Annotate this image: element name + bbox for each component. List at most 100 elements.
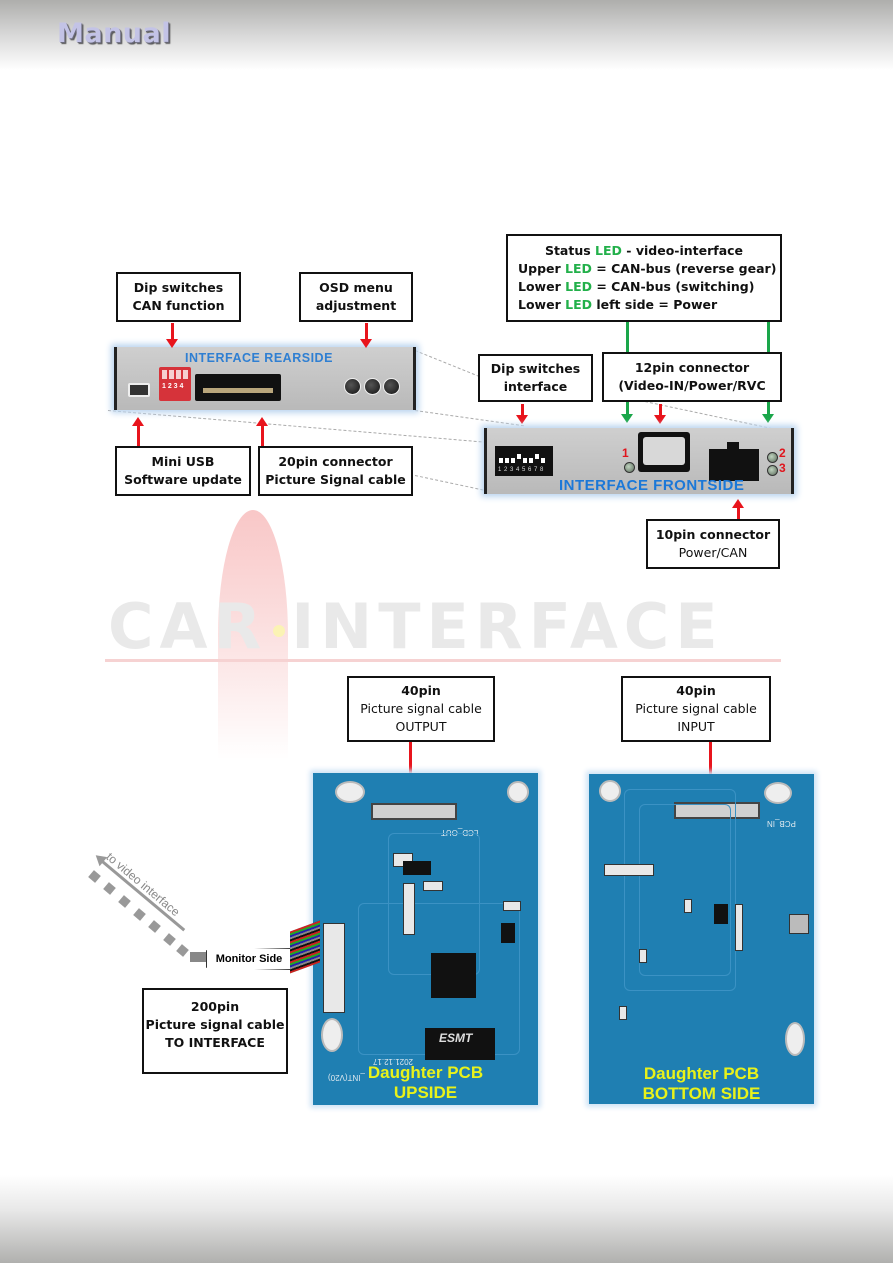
osd-button-2 bbox=[364, 378, 381, 395]
status-row: Lower LED left side = Power bbox=[518, 296, 717, 314]
label-dip-switches-can: Dip switches CAN function bbox=[116, 272, 241, 322]
label-line: 10pin connector bbox=[655, 527, 771, 542]
pcb-chip bbox=[714, 904, 728, 924]
status-row-led: LED bbox=[565, 279, 592, 294]
pcb-component bbox=[684, 899, 692, 913]
status-row: Upper LED = CAN-bus (reverse gear) bbox=[518, 260, 776, 278]
watermark-brand-car: CAR bbox=[108, 590, 268, 663]
arrow-dip-interface bbox=[516, 404, 528, 424]
dip-numbers: 1 2 3 4 5 6 7 8 bbox=[498, 467, 544, 473]
dotted-marker bbox=[133, 908, 146, 921]
label-line: 40pin bbox=[676, 683, 716, 698]
pcb-component bbox=[423, 881, 443, 891]
dotted-marker bbox=[118, 895, 131, 908]
pcb-regulator bbox=[501, 923, 515, 943]
dotted-marker bbox=[163, 933, 176, 946]
status-title-led: LED bbox=[595, 243, 622, 258]
led-number-1: 1 bbox=[622, 446, 629, 460]
status-title: Status LED - video-interface bbox=[545, 242, 743, 260]
caption-line: Daughter PCB bbox=[643, 1064, 760, 1083]
osd-button-3 bbox=[383, 378, 400, 395]
arrow-osd bbox=[360, 323, 372, 348]
label-line: interface bbox=[503, 379, 568, 394]
label-line: Picture Signal cable bbox=[265, 472, 406, 487]
status-row: Lower LED = CAN-bus (switching) bbox=[518, 278, 754, 296]
label-line: Software update bbox=[124, 472, 242, 487]
mount-hole bbox=[507, 781, 529, 803]
label-line: 20pin connector bbox=[278, 454, 393, 469]
arrow-dip-can bbox=[166, 323, 178, 348]
status-row-pre: Lower bbox=[518, 279, 566, 294]
frontside-title: INTERFACE FRONTSIDE bbox=[559, 477, 745, 494]
dashed-guide bbox=[107, 410, 492, 444]
label-line: Picture signal cable bbox=[635, 701, 757, 716]
daughter-pcb-bottom: PCB_IN Daughter PCB BOTTOM SIDE bbox=[589, 774, 814, 1104]
led-number-2: 2 bbox=[779, 446, 786, 460]
silk-pcb-in: PCB_IN bbox=[767, 819, 796, 828]
label-40pin-input: 40pin Picture signal cable INPUT bbox=[621, 676, 771, 742]
label-line: Mini USB bbox=[151, 454, 215, 469]
arrow-12pin bbox=[654, 404, 666, 424]
monitor-plug bbox=[190, 952, 208, 962]
page-title: Manual bbox=[57, 18, 172, 49]
pcb-pad bbox=[789, 914, 809, 934]
pcb-trace bbox=[639, 804, 731, 976]
status-row-post: = CAN-bus (reverse gear) bbox=[591, 261, 777, 276]
dip-switch-interface: 1 2 3 4 5 6 7 8 bbox=[495, 446, 553, 476]
status-row-led: LED bbox=[565, 261, 592, 276]
osd-button-1 bbox=[344, 378, 361, 395]
status-row-pre: Upper bbox=[518, 261, 566, 276]
caption-upside: Daughter PCB UPSIDE bbox=[313, 1063, 538, 1103]
dip-switch-can: 1 2 3 4 bbox=[159, 367, 191, 401]
watermark-brand: CAR INTERFACE bbox=[108, 596, 778, 658]
caption-line: Daughter PCB bbox=[367, 1063, 484, 1082]
pcb-component bbox=[639, 949, 647, 963]
status-row-post: left side = Power bbox=[592, 297, 718, 312]
label-line: Picture signal cable bbox=[360, 701, 482, 716]
label-20pin-connector: 20pin connector Picture Signal cable bbox=[258, 446, 413, 496]
label-line: (Video-IN/Power/RVC bbox=[618, 378, 766, 393]
watermark-underline bbox=[105, 659, 781, 662]
watermark-brand-interface: INTERFACE bbox=[291, 590, 724, 663]
status-title-pre: Status bbox=[544, 243, 596, 258]
status-led-1 bbox=[624, 462, 635, 473]
label-status-led: Status LED - video-interface Upper LED =… bbox=[506, 234, 782, 322]
status-row-led: LED bbox=[565, 297, 592, 312]
dotted-marker bbox=[148, 920, 161, 933]
daughter-pcb-upside: LCD_OUT ESMT 2021.12.17 _INT(V20) Daught… bbox=[313, 773, 538, 1105]
connector-20pin bbox=[195, 374, 281, 401]
label-line: 40pin bbox=[401, 683, 441, 698]
mount-hole bbox=[785, 1022, 805, 1056]
caption-line: BOTTOM SIDE bbox=[642, 1084, 761, 1103]
status-row-pre: Lower bbox=[518, 297, 566, 312]
arrow-mini-usb bbox=[132, 417, 144, 446]
arrow-20pin bbox=[256, 417, 268, 446]
pcb-cable-connector bbox=[323, 923, 345, 1013]
label-12pin-connector: 12pin connector (Video-IN/Power/RVC bbox=[602, 352, 782, 402]
caption-bottom: Daughter PCB BOTTOM SIDE bbox=[589, 1064, 814, 1104]
dashed-guide bbox=[414, 410, 524, 427]
label-mini-usb: Mini USB Software update bbox=[115, 446, 251, 496]
mount-hole bbox=[321, 1018, 343, 1052]
label-dip-switches-interface: Dip switches interface bbox=[478, 354, 593, 402]
dip-label: 1 2 3 4 bbox=[162, 383, 184, 390]
label-line: OSD menu bbox=[319, 280, 393, 295]
label-line: Picture signal cable bbox=[145, 1017, 285, 1032]
pcb-main-chip bbox=[431, 953, 476, 998]
label-line: 200pin bbox=[190, 999, 240, 1014]
led-number-3: 3 bbox=[779, 461, 786, 475]
dashed-guide bbox=[414, 475, 489, 492]
label-line: CAN function bbox=[132, 298, 225, 313]
label-line: Dip switches bbox=[133, 280, 224, 295]
connector-12pin bbox=[638, 432, 690, 472]
interface-frontside-panel: 1 2 3 4 5 6 7 8 1 2 3 INTERFACE FRONTSID… bbox=[484, 428, 794, 494]
monitor-side-tag: Monitor Side bbox=[206, 948, 292, 970]
watermark-dot bbox=[273, 624, 286, 637]
rearside-title: INTERFACE REARSIDE bbox=[185, 351, 333, 365]
pcb-component bbox=[619, 1006, 627, 1020]
mount-hole bbox=[335, 781, 365, 803]
fpc-connector-40pin bbox=[371, 803, 457, 820]
pcb-component bbox=[604, 864, 654, 876]
status-led-2 bbox=[767, 452, 778, 463]
arrow-10pin bbox=[732, 499, 744, 519]
